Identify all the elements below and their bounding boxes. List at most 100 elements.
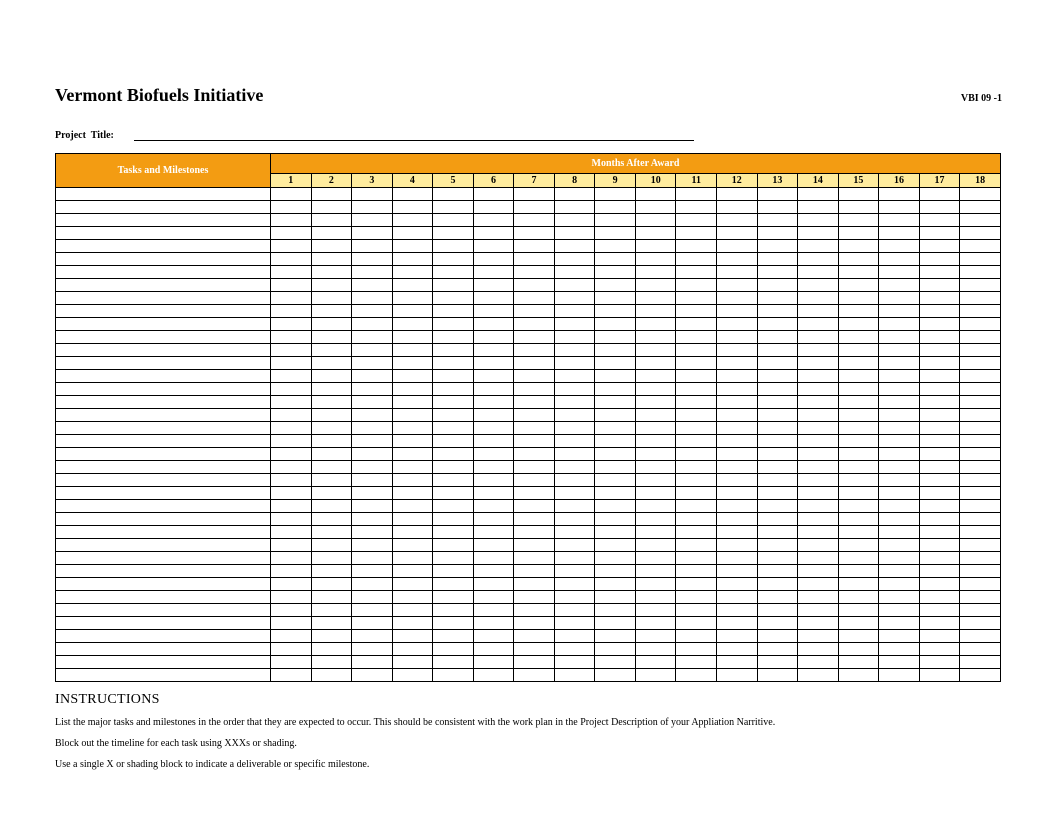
timeline-cell[interactable] <box>676 461 717 474</box>
task-cell[interactable] <box>56 422 271 435</box>
timeline-cell[interactable] <box>635 435 676 448</box>
timeline-cell[interactable] <box>635 526 676 539</box>
timeline-cell[interactable] <box>311 253 352 266</box>
timeline-cell[interactable] <box>271 552 312 565</box>
timeline-cell[interactable] <box>473 214 514 227</box>
timeline-cell[interactable] <box>473 513 514 526</box>
timeline-cell[interactable] <box>676 214 717 227</box>
timeline-cell[interactable] <box>717 539 758 552</box>
timeline-cell[interactable] <box>554 279 595 292</box>
timeline-cell[interactable] <box>392 227 433 240</box>
timeline-cell[interactable] <box>311 617 352 630</box>
timeline-cell[interactable] <box>311 474 352 487</box>
timeline-cell[interactable] <box>271 643 312 656</box>
timeline-cell[interactable] <box>514 253 555 266</box>
task-cell[interactable] <box>56 565 271 578</box>
timeline-cell[interactable] <box>352 383 393 396</box>
timeline-cell[interactable] <box>676 656 717 669</box>
timeline-cell[interactable] <box>757 240 798 253</box>
timeline-cell[interactable] <box>311 591 352 604</box>
timeline-cell[interactable] <box>919 292 960 305</box>
timeline-cell[interactable] <box>433 617 474 630</box>
timeline-cell[interactable] <box>311 461 352 474</box>
timeline-cell[interactable] <box>960 487 1001 500</box>
timeline-cell[interactable] <box>392 344 433 357</box>
task-cell[interactable] <box>56 370 271 383</box>
timeline-cell[interactable] <box>676 227 717 240</box>
timeline-cell[interactable] <box>473 279 514 292</box>
timeline-cell[interactable] <box>473 422 514 435</box>
timeline-cell[interactable] <box>271 565 312 578</box>
timeline-cell[interactable] <box>838 513 879 526</box>
timeline-cell[interactable] <box>676 487 717 500</box>
timeline-cell[interactable] <box>352 331 393 344</box>
timeline-cell[interactable] <box>433 474 474 487</box>
timeline-cell[interactable] <box>352 552 393 565</box>
timeline-cell[interactable] <box>838 240 879 253</box>
timeline-cell[interactable] <box>514 409 555 422</box>
timeline-cell[interactable] <box>433 227 474 240</box>
timeline-cell[interactable] <box>271 591 312 604</box>
timeline-cell[interactable] <box>676 578 717 591</box>
timeline-cell[interactable] <box>595 643 636 656</box>
timeline-cell[interactable] <box>473 669 514 682</box>
timeline-cell[interactable] <box>717 240 758 253</box>
timeline-cell[interactable] <box>392 513 433 526</box>
timeline-cell[interactable] <box>554 435 595 448</box>
timeline-cell[interactable] <box>757 344 798 357</box>
timeline-cell[interactable] <box>798 344 839 357</box>
timeline-cell[interactable] <box>676 253 717 266</box>
timeline-cell[interactable] <box>595 435 636 448</box>
timeline-cell[interactable] <box>757 643 798 656</box>
timeline-cell[interactable] <box>311 526 352 539</box>
timeline-cell[interactable] <box>514 513 555 526</box>
timeline-cell[interactable] <box>352 578 393 591</box>
timeline-cell[interactable] <box>676 201 717 214</box>
timeline-cell[interactable] <box>960 617 1001 630</box>
timeline-cell[interactable] <box>879 422 920 435</box>
timeline-cell[interactable] <box>757 604 798 617</box>
timeline-cell[interactable] <box>352 292 393 305</box>
task-cell[interactable] <box>56 331 271 344</box>
timeline-cell[interactable] <box>635 318 676 331</box>
timeline-cell[interactable] <box>919 422 960 435</box>
timeline-cell[interactable] <box>919 214 960 227</box>
timeline-cell[interactable] <box>433 422 474 435</box>
timeline-cell[interactable] <box>311 448 352 461</box>
timeline-cell[interactable] <box>798 604 839 617</box>
timeline-cell[interactable] <box>433 643 474 656</box>
timeline-cell[interactable] <box>473 552 514 565</box>
timeline-cell[interactable] <box>798 630 839 643</box>
timeline-cell[interactable] <box>595 409 636 422</box>
timeline-cell[interactable] <box>433 669 474 682</box>
timeline-cell[interactable] <box>757 474 798 487</box>
timeline-cell[interactable] <box>757 227 798 240</box>
timeline-cell[interactable] <box>311 643 352 656</box>
timeline-cell[interactable] <box>473 461 514 474</box>
timeline-cell[interactable] <box>919 305 960 318</box>
timeline-cell[interactable] <box>473 266 514 279</box>
timeline-cell[interactable] <box>554 630 595 643</box>
timeline-cell[interactable] <box>635 617 676 630</box>
timeline-cell[interactable] <box>838 279 879 292</box>
timeline-cell[interactable] <box>554 331 595 344</box>
timeline-cell[interactable] <box>919 513 960 526</box>
timeline-cell[interactable] <box>798 357 839 370</box>
timeline-cell[interactable] <box>554 305 595 318</box>
timeline-cell[interactable] <box>757 422 798 435</box>
timeline-cell[interactable] <box>717 448 758 461</box>
timeline-cell[interactable] <box>595 604 636 617</box>
timeline-cell[interactable] <box>919 357 960 370</box>
timeline-cell[interactable] <box>919 578 960 591</box>
timeline-cell[interactable] <box>392 487 433 500</box>
timeline-cell[interactable] <box>433 461 474 474</box>
timeline-cell[interactable] <box>798 617 839 630</box>
timeline-cell[interactable] <box>595 552 636 565</box>
timeline-cell[interactable] <box>352 656 393 669</box>
timeline-cell[interactable] <box>717 552 758 565</box>
timeline-cell[interactable] <box>960 292 1001 305</box>
timeline-cell[interactable] <box>838 422 879 435</box>
timeline-cell[interactable] <box>595 422 636 435</box>
timeline-cell[interactable] <box>433 448 474 461</box>
timeline-cell[interactable] <box>392 409 433 422</box>
